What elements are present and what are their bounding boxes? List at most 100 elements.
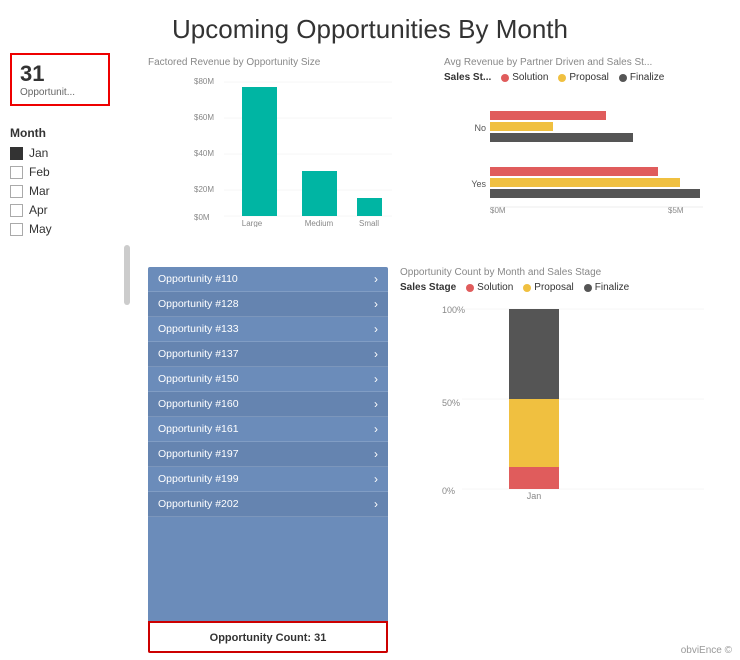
chart3-title: Opportunity Count by Month and Sales Sta… [400, 267, 728, 278]
list-item[interactable]: Opportunity #202 › [148, 492, 388, 517]
opportunity-list: Opportunity #110›Opportunity #128›Opport… [148, 267, 388, 653]
filter-checkbox-may[interactable] [10, 223, 23, 236]
list-item[interactable]: Opportunity #160› [148, 392, 388, 417]
s3-proposal-label: Proposal [534, 282, 573, 293]
s3-finalize-label: Finalize [595, 282, 629, 293]
filter-label-apr: Apr [29, 203, 48, 217]
legend-finalize: Finalize [619, 72, 664, 83]
watermark: obviEnce © [681, 645, 732, 656]
filter-item-jan[interactable]: Jan [10, 146, 130, 160]
list-item[interactable]: Opportunity #110 › [148, 267, 388, 292]
list-item[interactable]: Opportunity #128 › [148, 292, 388, 317]
chart3-legend-prefix: Sales Stage [400, 282, 456, 293]
filter-item-feb[interactable]: Feb [10, 165, 130, 179]
list-item[interactable]: Opportunity #133› [148, 317, 388, 342]
month-filter: Month Jan Feb Mar Apr May [10, 126, 130, 241]
legend-proposal-label: Proposal [569, 72, 608, 83]
filter-label-feb: Feb [29, 165, 50, 179]
list-item-arrow-icon: › [374, 447, 378, 461]
filter-item-may[interactable]: May [10, 222, 130, 236]
scroll-indicator[interactable] [124, 245, 130, 305]
avg-revenue-chart: Avg Revenue by Partner Driven and Sales … [444, 53, 732, 263]
list-item[interactable]: Opportunity #137 › [148, 342, 388, 367]
filter-label-jan: Jan [29, 146, 48, 160]
list-item-arrow-icon: › [374, 372, 378, 386]
page-title: Upcoming Opportunities By Month [0, 0, 740, 53]
stacked-bar-chart: 100% 50% 0% [400, 299, 728, 499]
kpi-number: 31 [20, 61, 100, 87]
svg-text:Small: Small [359, 219, 379, 227]
chart2-legend: Sales St... Solution Proposal Finalize [444, 72, 732, 83]
left-panel: 31 Opportunit... Month Jan Feb Mar Apr May [0, 53, 140, 653]
legend3-proposal: Proposal [523, 282, 573, 293]
list-item-arrow-icon: › [374, 297, 378, 311]
legend-solution: Solution [501, 72, 548, 83]
list-item-arrow-icon: › [374, 347, 378, 361]
bottom-section: Opportunity #110›Opportunity #128›Opport… [148, 267, 732, 653]
svg-text:100%: 100% [442, 305, 465, 315]
svg-text:50%: 50% [442, 398, 460, 408]
list-item[interactable]: Opportunity #150 › [148, 367, 388, 392]
list-item-arrow-icon: › [374, 272, 378, 286]
stacked-bar-chart-area: Opportunity Count by Month and Sales Sta… [396, 267, 732, 653]
chart2-title: Avg Revenue by Partner Driven and Sales … [444, 57, 732, 68]
finalize-dot [619, 74, 627, 82]
proposal-dot [558, 74, 566, 82]
svg-text:Yes: Yes [471, 179, 486, 189]
s3-finalize-dot [584, 284, 592, 292]
top-charts-row: Factored Revenue by Opportunity Size $80… [148, 53, 732, 263]
s3-proposal-dot [523, 284, 531, 292]
s3-solution-dot [466, 284, 474, 292]
list-item-label: Opportunity #199 [158, 473, 239, 485]
s3-solution-label: Solution [477, 282, 513, 293]
list-item-label: Opportunity #202 [158, 498, 239, 510]
filter-label-mar: Mar [29, 184, 50, 198]
svg-text:$60M: $60M [194, 113, 214, 122]
legend-solution-label: Solution [512, 72, 548, 83]
svg-text:$0M: $0M [490, 206, 506, 215]
list-item-label: Opportunity #161 [158, 423, 239, 435]
filter-checkbox-feb[interactable] [10, 166, 23, 179]
list-item-arrow-icon: › [374, 472, 378, 486]
legend3-solution: Solution [466, 282, 513, 293]
list-item-label: Opportunity #128 [158, 298, 239, 310]
list-item-label: Opportunity #133 [158, 323, 239, 335]
solution-dot [501, 74, 509, 82]
list-item-arrow-icon: › [374, 497, 378, 511]
list-item-label: Opportunity #137 [158, 348, 239, 360]
charts-area: Factored Revenue by Opportunity Size $80… [140, 53, 740, 653]
chart3-legend: Sales Stage Solution Proposal Finalize [400, 282, 728, 293]
svg-text:No: No [474, 123, 486, 133]
list-item-arrow-icon: › [374, 397, 378, 411]
kpi-label: Opportunit... [20, 87, 100, 98]
filter-item-apr[interactable]: Apr [10, 203, 130, 217]
svg-text:$5M: $5M [668, 206, 684, 215]
list-footer: Opportunity Count: 31 [148, 621, 388, 653]
legend3-finalize: Finalize [584, 282, 629, 293]
list-item-arrow-icon: › [374, 422, 378, 436]
chart2-legend-prefix: Sales St... [444, 72, 491, 83]
svg-text:$80M: $80M [194, 77, 214, 86]
list-item-label: Opportunity #197 [158, 448, 239, 460]
filter-item-mar[interactable]: Mar [10, 184, 130, 198]
svg-text:$20M: $20M [194, 185, 214, 194]
legend-finalize-label: Finalize [630, 72, 664, 83]
list-item[interactable]: Opportunity #161 › [148, 417, 388, 442]
chart1-title: Factored Revenue by Opportunity Size [148, 57, 436, 68]
filter-label-may: May [29, 222, 52, 236]
svg-text:$0M: $0M [194, 213, 210, 222]
list-item[interactable]: Opportunity #199 › [148, 467, 388, 492]
list-item[interactable]: Opportunity #197 › [148, 442, 388, 467]
svg-text:$40M: $40M [194, 149, 214, 158]
list-item-label: Opportunity #110 [158, 273, 238, 285]
filter-checkbox-mar[interactable] [10, 185, 23, 198]
horizontal-bar-chart: No Yes $0M $5M [444, 89, 732, 219]
filter-checkbox-jan[interactable] [10, 147, 23, 160]
list-item-label: Opportunity #150 [158, 373, 239, 385]
kpi-card[interactable]: 31 Opportunit... [10, 53, 110, 106]
filter-title: Month [10, 126, 130, 140]
svg-text:0%: 0% [442, 486, 455, 496]
list-footer-text: Opportunity Count: 31 [210, 632, 327, 644]
filter-checkbox-apr[interactable] [10, 204, 23, 217]
factored-revenue-chart: Factored Revenue by Opportunity Size $80… [148, 53, 436, 263]
